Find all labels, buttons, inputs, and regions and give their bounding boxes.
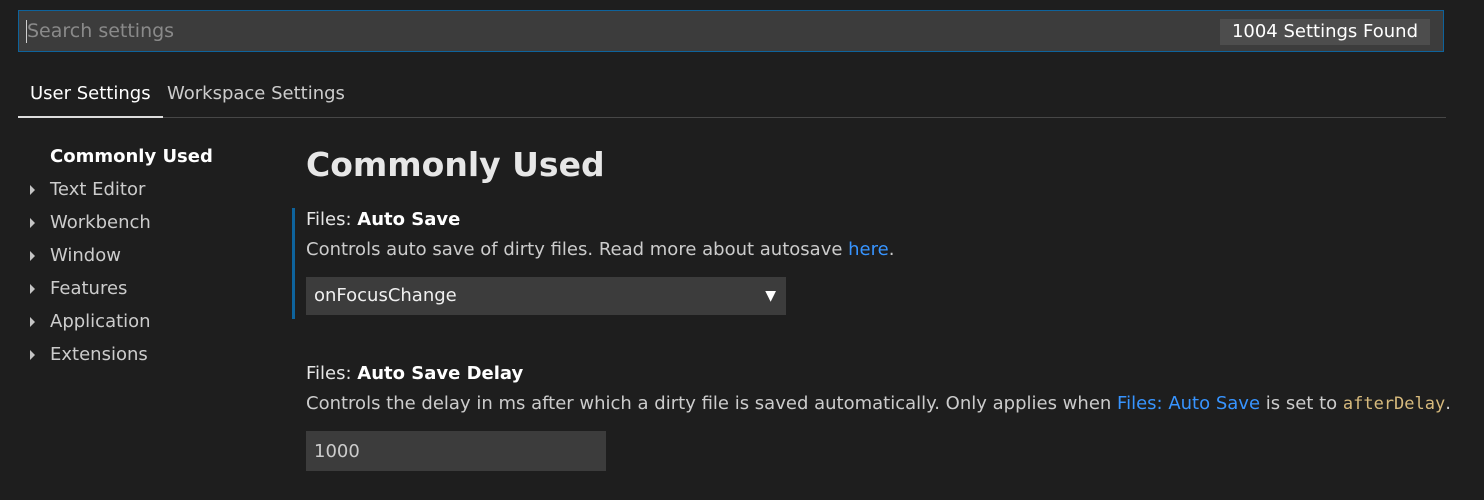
search-box[interactable]: 1004 Settings Found xyxy=(18,10,1444,52)
setting-category: Files: xyxy=(306,209,358,230)
description-text: Controls auto save of dirty files. Read … xyxy=(306,239,849,260)
setting-description: Controls auto save of dirty files. Read … xyxy=(306,238,1442,262)
toc-item-commonly-used[interactable]: Commonly Used xyxy=(24,140,274,173)
description-text: is set to xyxy=(1260,393,1343,414)
chevron-right-icon[interactable] xyxy=(30,284,35,294)
toc-item-label: Application xyxy=(50,311,151,332)
setting-files-auto-save-delay: Files: Auto Save Delay Controls the dela… xyxy=(292,362,1451,478)
toc-item-label: Workbench xyxy=(50,212,151,233)
toc-item-extensions[interactable]: Extensions xyxy=(24,338,274,371)
settings-count-badge: 1004 Settings Found xyxy=(1219,19,1430,45)
toc-item-workbench[interactable]: Workbench xyxy=(24,206,274,239)
code-value: afterDelay xyxy=(1342,394,1446,414)
chevron-right-icon[interactable] xyxy=(30,350,35,360)
auto-save-select[interactable]: onFocusChange ▼ xyxy=(306,277,786,315)
chevron-right-icon[interactable] xyxy=(30,218,35,228)
setting-files-auto-save: Files: Auto Save Controls auto save of d… xyxy=(292,208,1442,319)
autosave-docs-link[interactable]: here xyxy=(848,239,889,260)
section-title: Commonly Used xyxy=(306,145,605,184)
dropdown-arrow-icon[interactable]: ▼ xyxy=(765,277,776,315)
search-input[interactable] xyxy=(25,11,1217,51)
tab-workspace-settings[interactable]: Workspace Settings xyxy=(155,72,357,117)
chevron-right-icon[interactable] xyxy=(30,251,35,261)
tab-user-settings[interactable]: User Settings xyxy=(18,72,163,118)
toc-item-text-editor[interactable]: Text Editor xyxy=(24,173,274,206)
description-text: Controls the delay in ms after which a d… xyxy=(306,393,1118,414)
setting-label: Auto Save Delay xyxy=(357,363,524,384)
toc-item-application[interactable]: Application xyxy=(24,305,274,338)
chevron-right-icon[interactable] xyxy=(30,185,35,195)
setting-title: Files: Auto Save xyxy=(306,208,1442,232)
setting-title: Files: Auto Save Delay xyxy=(306,362,1442,386)
settings-editor: 1004 Settings Found User Settings Worksp… xyxy=(0,0,1484,500)
chevron-right-icon[interactable] xyxy=(30,317,35,327)
toc-item-label: Extensions xyxy=(50,344,148,365)
auto-save-delay-input[interactable] xyxy=(306,431,606,471)
settings-toc: Commonly Used Text Editor Workbench Wind… xyxy=(24,140,274,371)
description-text: . xyxy=(888,239,895,260)
setting-category: Files: xyxy=(306,363,358,384)
toc-item-label: Features xyxy=(50,278,128,299)
select-value: onFocusChange xyxy=(314,285,457,306)
toc-item-features[interactable]: Features xyxy=(24,272,274,305)
setting-label: Auto Save xyxy=(357,209,461,230)
setting-description: Controls the delay in ms after which a d… xyxy=(306,392,1451,416)
toc-item-label: Window xyxy=(50,245,121,266)
auto-save-setting-link[interactable]: Files: Auto Save xyxy=(1117,393,1260,414)
description-text: . xyxy=(1445,393,1451,414)
toc-item-window[interactable]: Window xyxy=(24,239,274,272)
toc-item-label: Text Editor xyxy=(50,179,146,200)
toc-item-label: Commonly Used xyxy=(50,146,213,167)
text-caret xyxy=(26,20,27,43)
settings-tabs: User Settings Workspace Settings xyxy=(18,72,1446,118)
